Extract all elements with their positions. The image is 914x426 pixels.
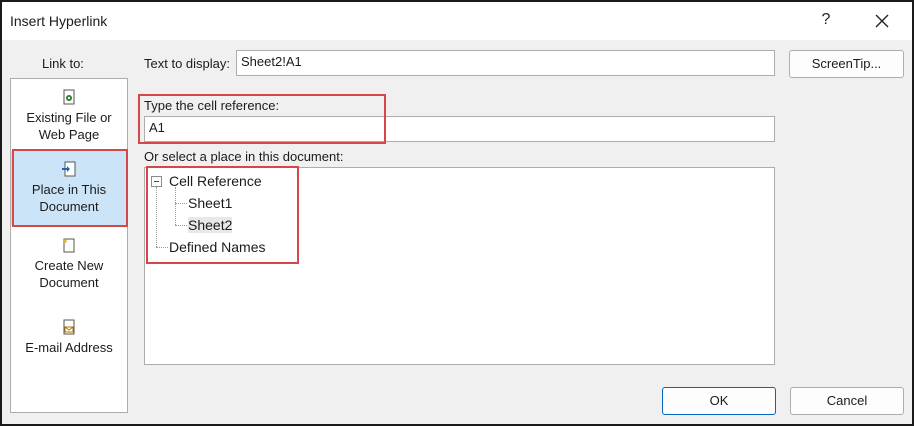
place-select-label: Or select a place in this document:	[144, 149, 344, 164]
tree-line-root	[156, 187, 157, 247]
cancel-button[interactable]: Cancel	[790, 387, 904, 415]
nav-create-line2: Document	[39, 275, 99, 290]
screentip-button[interactable]: ScreenTip...	[789, 50, 904, 78]
close-icon[interactable]	[872, 11, 892, 31]
nav-email-address[interactable]: E-mail Address	[11, 319, 127, 359]
nav-existing-file[interactable]: Existing File or Web Page	[11, 89, 127, 149]
help-button[interactable]: ?	[818, 11, 834, 29]
link-to-panel: Existing File or Web Page Place in This …	[10, 78, 128, 413]
nav-place-line2: Document	[39, 199, 99, 214]
tree-line-children	[175, 187, 176, 225]
place-in-document-icon	[61, 161, 77, 177]
nav-create-new-document[interactable]: Create New Document	[11, 237, 127, 297]
ok-button[interactable]: OK	[662, 387, 776, 415]
tree-node-defined-names[interactable]: Defined Names	[169, 239, 266, 255]
tree-node-cell-reference[interactable]: Cell Reference	[169, 173, 262, 189]
new-document-icon	[61, 237, 77, 253]
nav-existing-file-line1: Existing File or	[26, 110, 112, 125]
cell-reference-label: Type the cell reference:	[144, 98, 280, 113]
existing-file-icon	[61, 89, 77, 105]
nav-email-line1: E-mail Address	[25, 340, 113, 355]
cell-reference-input[interactable]: A1	[144, 116, 775, 142]
dialog-title: Insert Hyperlink	[10, 13, 108, 29]
tree-line-defined	[156, 247, 168, 248]
link-to-label: Link to:	[42, 56, 84, 71]
nav-place-in-document[interactable]: Place in This Document	[11, 151, 127, 225]
nav-create-line1: Create New	[34, 258, 104, 273]
place-tree[interactable]: Cell Reference Sheet1 Sheet2 Defined Nam…	[144, 167, 775, 365]
insert-hyperlink-dialog: Insert Hyperlink ? Link to: Existing Fil…	[0, 0, 914, 426]
nav-existing-file-line2: Web Page	[38, 127, 100, 142]
text-to-display-label: Text to display:	[144, 56, 230, 71]
tree-line-sheet2	[175, 225, 187, 226]
email-icon	[61, 319, 77, 335]
text-to-display-input[interactable]: Sheet2!A1	[236, 50, 775, 76]
title-bar: Insert Hyperlink ?	[2, 2, 912, 40]
tree-node-sheet1[interactable]: Sheet1	[188, 195, 232, 211]
tree-node-sheet2[interactable]: Sheet2	[188, 217, 233, 233]
tree-line-sheet1	[175, 203, 187, 204]
collapse-icon[interactable]	[151, 176, 162, 187]
nav-place-line1: Place in This	[31, 182, 107, 197]
